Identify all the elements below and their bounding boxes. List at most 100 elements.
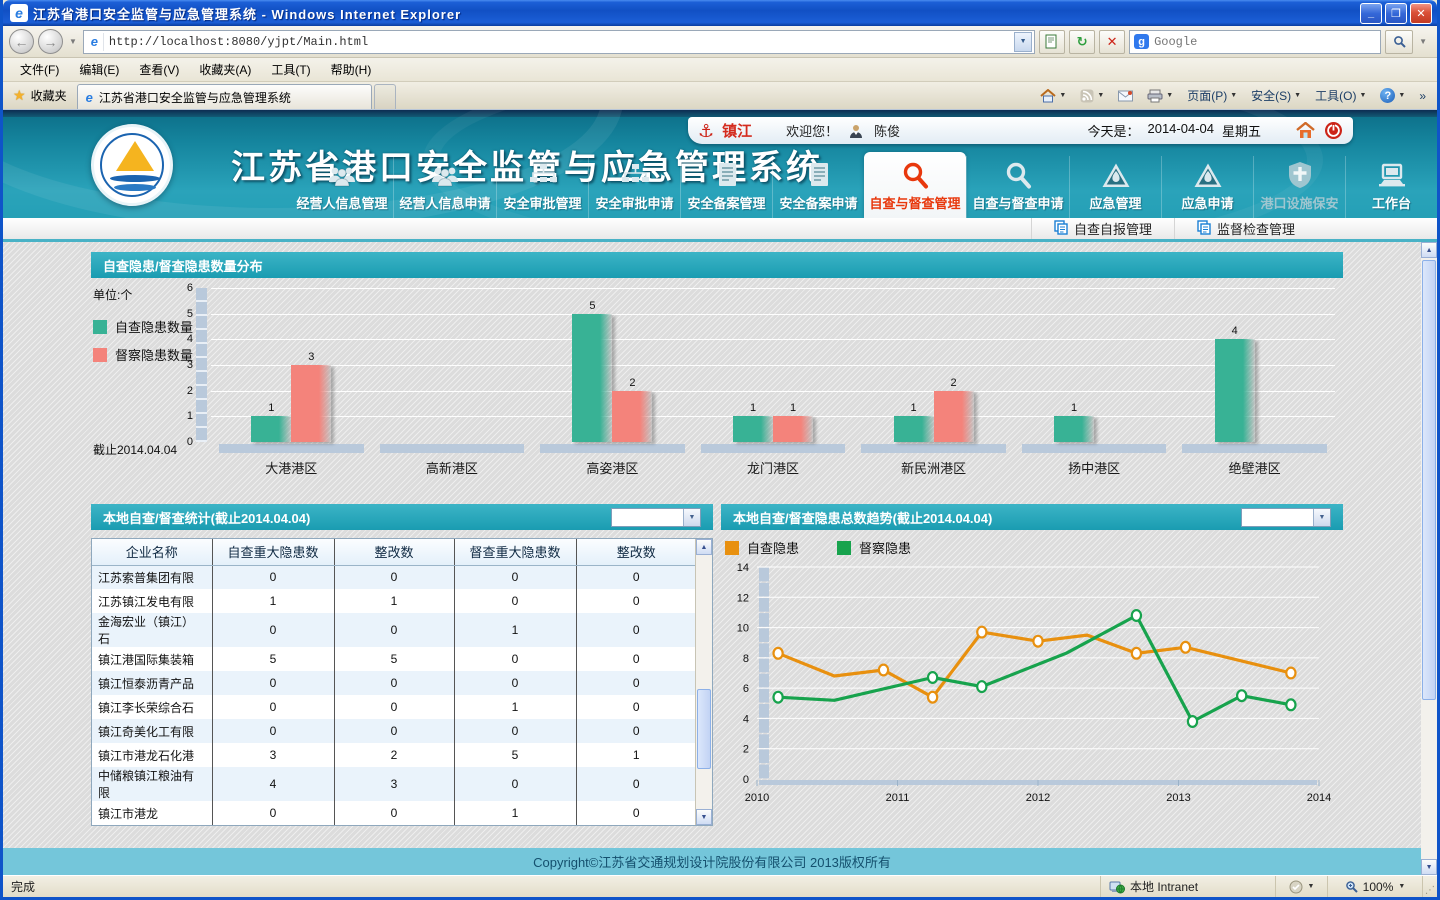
table-cell: 江苏索普集团有限	[92, 565, 212, 589]
table-row[interactable]: 金海宏业（镇江）石0010	[92, 613, 696, 647]
bar[interactable]	[733, 416, 773, 442]
page-menu-button[interactable]: 页面(P) ▼	[1182, 85, 1242, 106]
table-row[interactable]: 镇江港国际集装箱5500	[92, 647, 696, 671]
table-cell: 中储粮镇江粮油有限	[92, 767, 212, 801]
page-scrollbar[interactable]: ▲ ▼	[1421, 242, 1437, 875]
table-row[interactable]: 镇江恒泰沥青产品0000	[92, 671, 696, 695]
subnav-item[interactable]: 监督检查管理	[1174, 218, 1317, 239]
table-cell: 1	[454, 695, 576, 719]
table-row[interactable]: 镇江市港龙石化港3251	[92, 743, 696, 767]
scroll-up-icon[interactable]: ▲	[696, 539, 712, 555]
back-button[interactable]: ←	[9, 29, 34, 54]
forward-button[interactable]: →	[38, 29, 63, 54]
svg-text:2014: 2014	[1307, 792, 1331, 804]
search-input[interactable]	[1154, 35, 1376, 49]
table-header-cell: 整改数	[334, 539, 454, 565]
address-input[interactable]	[109, 35, 1014, 49]
tools-menu-button[interactable]: 工具(O) ▼	[1310, 85, 1371, 106]
new-tab-stub[interactable]	[374, 84, 396, 109]
nav-tab-item[interactable]: 安全审批申请	[588, 156, 680, 218]
table-header-cell: 整改数	[576, 539, 696, 565]
trend-filter-caret-icon[interactable]: ▼	[1313, 509, 1330, 526]
favorites-button[interactable]: ★ 收藏夹	[3, 82, 77, 109]
page-scroll-down-icon[interactable]: ▼	[1421, 859, 1437, 875]
stats-filter-caret-icon[interactable]: ▼	[683, 509, 700, 526]
stop-button[interactable]: ✕	[1099, 30, 1125, 54]
bar[interactable]	[1215, 339, 1255, 442]
nav-tab-item[interactable]: 安全备案管理	[680, 156, 772, 218]
nav-tab-label: 自查与督查管理	[870, 193, 961, 212]
page-scroll-up-icon[interactable]: ▲	[1421, 242, 1437, 258]
nav-tab-item[interactable]: 经营人信息管理	[291, 156, 393, 218]
table-row[interactable]: 镇江奇美化工有限0000	[92, 719, 696, 743]
menu-item[interactable]: 工具(T)	[262, 58, 319, 81]
history-caret-icon[interactable]: ▼	[69, 37, 77, 46]
url-dropdown-button[interactable]: ▼	[1014, 32, 1032, 52]
print-button[interactable]: ▼	[1142, 87, 1178, 105]
help-button[interactable]: ? ▼	[1375, 86, 1410, 105]
gridline	[211, 314, 1335, 315]
home-shortcut-button[interactable]	[1295, 121, 1315, 141]
bar[interactable]	[773, 416, 813, 442]
nav-tab-item[interactable]: 经营人信息申请	[393, 156, 496, 218]
compatibility-view-button[interactable]	[1039, 30, 1065, 54]
bar[interactable]	[934, 391, 974, 442]
nav-tab-item[interactable]: 港口设施保安	[1253, 156, 1345, 218]
table-row[interactable]: 江苏索普集团有限0000	[92, 565, 696, 589]
nav-tab-item[interactable]: 工作台	[1345, 156, 1437, 218]
stats-filter-select[interactable]: ▼	[611, 508, 701, 527]
logout-button[interactable]	[1323, 121, 1343, 141]
bar[interactable]	[894, 416, 934, 442]
bar[interactable]	[251, 416, 291, 442]
more-commands-button[interactable]: »	[1414, 87, 1431, 105]
protected-mode-button[interactable]: ▼	[1276, 876, 1328, 897]
menu-item[interactable]: 收藏夹(A)	[190, 58, 260, 81]
home-button[interactable]: ▼	[1035, 87, 1071, 105]
nav-tab-item[interactable]: 应急管理	[1069, 156, 1161, 218]
browser-tab[interactable]: e 江苏省港口安全监管与应急管理系统	[77, 84, 372, 109]
menu-item[interactable]: 帮助(H)	[322, 58, 381, 81]
nav-tab-item[interactable]: 安全备案申请	[772, 156, 864, 218]
table-row[interactable]: 江苏镇江发电有限1100	[92, 589, 696, 613]
protected-mode-icon	[1289, 880, 1303, 894]
close-button[interactable]: ✕	[1410, 3, 1432, 24]
gridline	[211, 391, 1335, 392]
table-cell: 5	[212, 647, 334, 671]
nav-tab-active[interactable]: 自查与督查管理	[864, 152, 966, 218]
bar[interactable]	[291, 365, 331, 442]
feeds-button[interactable]: ▼	[1075, 87, 1109, 105]
menu-item[interactable]: 文件(F)	[11, 58, 68, 81]
bar-value-label: 3	[291, 351, 331, 363]
maximize-button[interactable]: ❐	[1385, 3, 1407, 24]
safety-caret-icon: ▼	[1294, 92, 1301, 99]
table-cell: 金海宏业（镇江）石	[92, 613, 212, 647]
intranet-icon	[1109, 880, 1125, 894]
safety-menu-button[interactable]: 安全(S) ▼	[1246, 85, 1306, 106]
page-scroll-thumb[interactable]	[1422, 260, 1436, 700]
table-scrollbar[interactable]: ▲ ▼	[695, 539, 712, 825]
scroll-down-icon[interactable]: ▼	[696, 809, 712, 825]
bar[interactable]	[1054, 416, 1094, 442]
table-cell: 0	[334, 671, 454, 695]
search-options-caret-icon[interactable]: ▼	[1419, 37, 1427, 46]
y-axis-tick: 4	[175, 333, 193, 345]
minimize-button[interactable]: _	[1360, 3, 1382, 24]
bar[interactable]	[612, 391, 652, 442]
refresh-button[interactable]: ↻	[1069, 30, 1095, 54]
read-mail-button[interactable]	[1113, 88, 1138, 104]
nav-tab-item[interactable]: 自查与督查申请	[966, 156, 1069, 218]
nav-tab-item[interactable]: 应急申请	[1161, 156, 1253, 218]
subnav-item[interactable]: 自查自报管理	[1031, 218, 1174, 239]
bar[interactable]	[572, 314, 612, 442]
zoom-control[interactable]: 100% ▼	[1328, 876, 1423, 897]
search-go-button[interactable]	[1385, 30, 1413, 54]
nav-tab-item[interactable]: 安全审批管理	[496, 156, 588, 218]
table-scroll-thumb[interactable]	[697, 689, 711, 769]
menu-item[interactable]: 查看(V)	[130, 58, 188, 81]
trend-filter-select[interactable]: ▼	[1241, 508, 1331, 527]
menu-item[interactable]: 编辑(E)	[70, 58, 128, 81]
resize-grip[interactable]: ⋰	[1423, 876, 1437, 897]
table-row[interactable]: 镇江市港龙0010	[92, 801, 696, 825]
table-row[interactable]: 中储粮镇江粮油有限4300	[92, 767, 696, 801]
table-row[interactable]: 镇江李长荣综合石0010	[92, 695, 696, 719]
